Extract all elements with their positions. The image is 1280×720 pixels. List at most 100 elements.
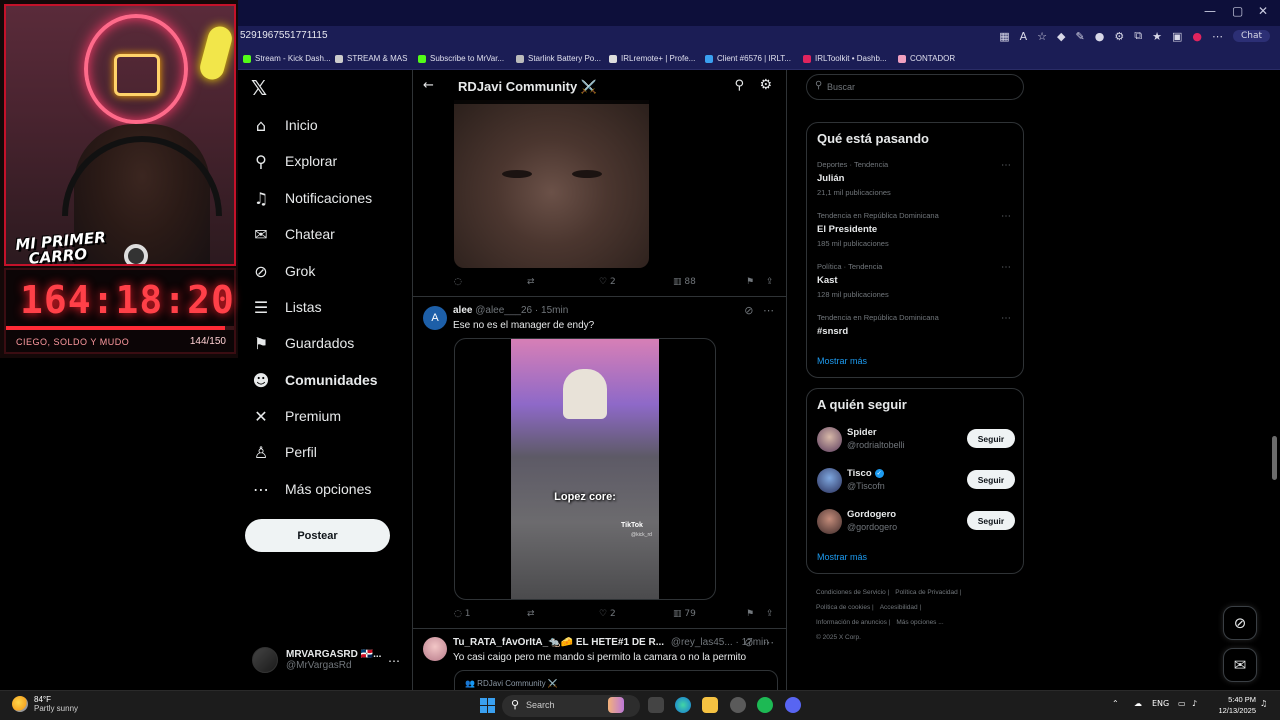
back-arrow-icon[interactable]: ← [423,78,434,93]
discord-icon[interactable] [785,697,801,713]
views-button[interactable]: ▥ 79 [673,609,696,619]
footer-link[interactable]: Política de cookies | [816,604,874,611]
bookmark-item[interactable]: Stream - Kick Dash... [243,54,331,63]
start-button[interactable] [480,698,495,713]
language-indicator[interactable]: ENG [1152,699,1169,708]
sidebar-item-comunidades[interactable]: ☻ Comunidades [251,366,378,394]
search-icon[interactable]: ⚲ [734,78,744,93]
footer-link[interactable]: Condiciones de Servicio | [816,589,889,596]
tweet-author[interactable]: alee @alee___26 · 15min [453,305,568,316]
more-icon[interactable]: ⋯ [763,304,774,317]
trend-item[interactable]: Política · Tendencia Kast 128 mil publicac… [817,262,1015,299]
maximize-icon[interactable]: ▢ [1232,4,1243,18]
bookmark-icon[interactable]: ⚑ [746,277,754,287]
reply-icon[interactable]: ◌ [454,277,462,287]
bookmark-item[interactable]: IRLremote+ | Profe... [609,54,695,63]
follow-button[interactable]: Seguir [967,429,1015,448]
task-view-icon[interactable] [648,697,664,713]
sidebar-item-explorar[interactable]: ⚲ Explorar [251,147,337,175]
minimize-icon[interactable]: — [1204,4,1216,18]
video-player[interactable]: Lopez core: TikTok @kick_rd [511,339,659,599]
trend-more-icon[interactable]: ⋯ [1001,262,1011,273]
sidebar-item-listas[interactable]: ☰ Listas [251,293,322,321]
grok-icon[interactable]: ⊘ [744,304,753,317]
footer-link[interactable]: Política de Privacidad | [895,589,961,596]
avatar[interactable] [423,637,447,661]
extension-icon[interactable]: ● [1095,30,1105,43]
avatar[interactable] [817,468,842,493]
follow-suggestion[interactable]: Gordogero @gordogero Seguir [817,507,1015,535]
follow-suggestion[interactable]: Spider @rodrialtobelli Seguir [817,425,1015,453]
file-explorer-icon[interactable] [702,697,718,713]
extension-icon[interactable]: ◆ [1057,30,1065,43]
tweet-author[interactable]: Tu_RATA_fAvOrItA_🐀🧀 EL HETE#1 DE R... @r… [453,637,769,648]
show-more-follow-link[interactable]: Mostrar más [817,552,867,562]
bookmark-item[interactable]: Subscribe to MrVar... [418,54,504,63]
tweet-image[interactable] [454,100,649,268]
read-aloud-icon[interactable]: A [1020,30,1028,43]
share-icon[interactable]: ⇪ [766,609,774,619]
url-text[interactable]: 5291967551771115 [240,30,328,41]
retweet-icon[interactable]: ⇄ [527,609,535,619]
x-logo-icon[interactable]: 𝕏 [251,76,267,100]
footer-link[interactable]: Más opciones ... [896,619,943,626]
scrollbar[interactable] [1272,436,1277,480]
views-button[interactable]: ▥ 88 [673,277,696,287]
obs-app-icon[interactable] [730,697,746,713]
edge-browser-icon[interactable] [675,697,691,713]
show-more-trends-link[interactable]: Mostrar más [817,356,867,366]
account-more-icon[interactable]: ⋯ [388,654,400,668]
follow-name-row[interactable]: Spider [847,427,877,438]
collections-icon[interactable]: ▣ [1172,30,1182,43]
menu-icon[interactable]: ⋯ [1212,30,1223,43]
share-icon[interactable]: ⇪ [766,277,774,287]
account-switcher[interactable]: MRVARGASRD 🇩🇴... @MrVargasRd [252,647,381,673]
grok-icon[interactable]: ⊘ [744,636,753,649]
bookmark-item[interactable]: STREAM & MAS [335,54,407,63]
network-icon[interactable]: ▭ [1178,699,1186,708]
favorite-star-icon[interactable]: ☆ [1037,30,1047,43]
spotify-icon[interactable] [757,697,773,713]
bookmark-item[interactable]: IRLToolkit • Dashb... [803,54,887,63]
extension-icon[interactable]: ✎ [1076,30,1085,43]
volume-icon[interactable]: ♪ [1192,699,1197,708]
like-button[interactable]: ♡ 2 [599,277,616,287]
avatar[interactable]: A [423,306,447,330]
trend-item[interactable]: Tendencia en República Dominicana #snsrd ⋯ [817,313,1015,337]
follow-name-row[interactable]: Gordogero [847,509,896,520]
sidebar-item-notificaciones[interactable]: ♫ Notificaciones [251,184,372,212]
trend-more-icon[interactable]: ⋯ [1001,313,1011,324]
sidebar-item-m-s-opciones[interactable]: ⋯ Más opciones [251,475,371,503]
sidebar-item-perfil[interactable]: ♙ Perfil [251,438,317,466]
bookmark-item[interactable]: Client #6576 | IRLT... [705,54,791,63]
avatar[interactable] [817,427,842,452]
trend-more-icon[interactable]: ⋯ [1001,211,1011,222]
clock[interactable]: 5:40 PM 12/13/2025 [1212,694,1256,716]
footer-link[interactable]: Accesibilidad | [880,604,921,611]
sidebar-item-inicio[interactable]: ⌂ Inicio [251,111,318,139]
trend-more-icon[interactable]: ⋯ [1001,160,1011,171]
bookmark-item[interactable]: CONTADOR [898,54,955,63]
sidebar-item-premium[interactable]: ✕ Premium [251,402,341,430]
messages-fab[interactable]: ✉ [1223,648,1257,682]
reader-icon[interactable]: ▦ [999,30,1009,43]
search-input[interactable] [827,79,1007,95]
follow-button[interactable]: Seguir [967,470,1015,489]
tweet-video[interactable]: Lopez core: TikTok @kick_rd [454,338,716,600]
bookmark-item[interactable]: Starlink Battery Po... [516,54,601,63]
sidebar-item-guardados[interactable]: ⚑ Guardados [251,329,354,357]
close-icon[interactable]: ✕ [1258,4,1268,18]
gear-icon[interactable]: ⚙ [759,77,772,93]
follow-suggestion[interactable]: Tisco ✓ @Tiscofn Seguir [817,466,1015,494]
trend-item[interactable]: Deportes · Tendencia Julián 21,1 mil publi… [817,160,1015,197]
follow-name-row[interactable]: Tisco ✓ [847,468,884,479]
profile-icon[interactable]: ● [1192,30,1202,43]
tray-chevron-icon[interactable]: ⌃ [1112,699,1119,708]
retweet-icon[interactable]: ⇄ [527,277,535,287]
puzzle-icon[interactable]: ⚙ [1114,30,1124,43]
sidebar-item-chatear[interactable]: ✉ Chatear [251,220,335,248]
bookmark-icon[interactable]: ⚑ [746,609,754,619]
like-button[interactable]: ♡ 2 [599,609,616,619]
follow-button[interactable]: Seguir [967,511,1015,530]
quoted-community[interactable]: 👥 RDJavi Community ⚔️ [454,670,778,690]
